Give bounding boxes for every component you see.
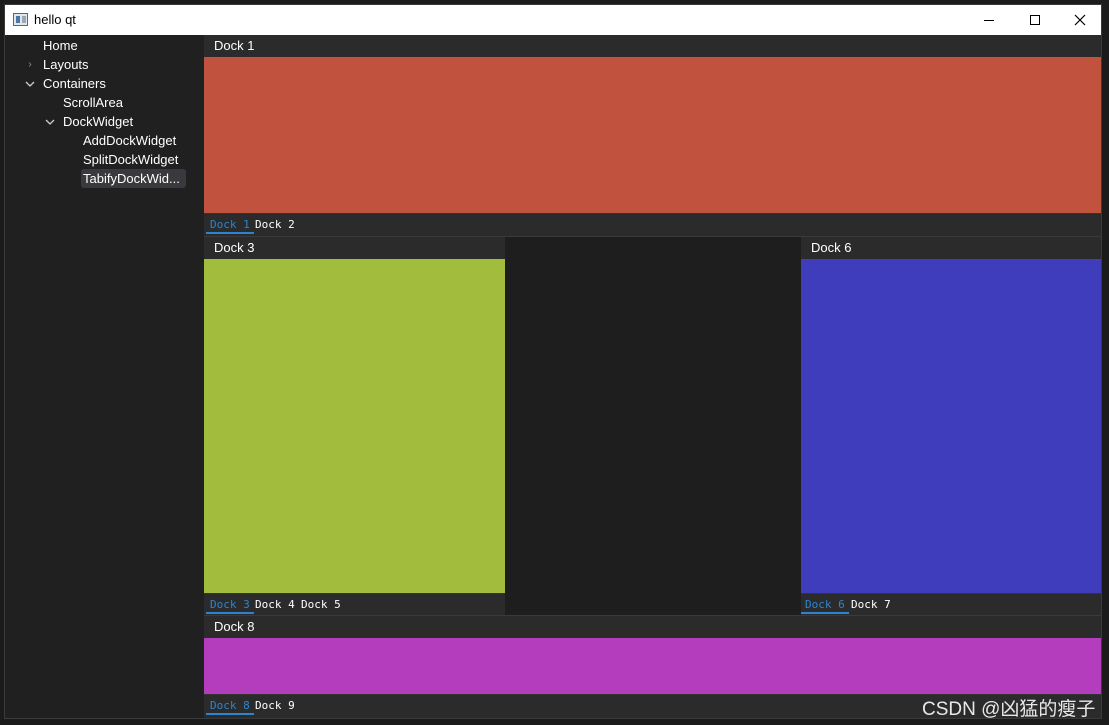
dock-content-panel xyxy=(204,259,505,593)
tree-item-layouts[interactable]: Layouts xyxy=(43,55,89,74)
close-button[interactable] xyxy=(1057,5,1101,35)
chevron-down-icon[interactable] xyxy=(45,117,55,127)
dock-tab-bar: Dock 1 Dock 2 xyxy=(204,213,1101,235)
dock-tab[interactable]: Dock 6 xyxy=(801,597,849,614)
tree-item-tabifydockwidget[interactable]: TabifyDockWid... xyxy=(81,169,186,188)
maximize-icon xyxy=(1030,15,1040,25)
dock-widget-top: Dock 1 Dock 1 Dock 2 xyxy=(204,35,1101,236)
tree-item-label: Layouts xyxy=(43,57,89,72)
dock-content-panel xyxy=(204,57,1101,213)
title-bar[interactable]: hello qt xyxy=(5,5,1101,35)
dock-tab[interactable]: Dock 5 xyxy=(297,597,345,614)
tree-item-label: AddDockWidget xyxy=(83,133,177,148)
dock-tab[interactable]: Dock 2 xyxy=(251,217,299,234)
dock-tab[interactable]: Dock 7 xyxy=(847,597,895,614)
dock-tab-bar: Dock 3 Dock 4 Dock 5 xyxy=(204,593,505,615)
dock-tab[interactable]: Dock 9 xyxy=(251,698,299,715)
dock-tab[interactable]: Dock 8 xyxy=(206,698,254,715)
dock-widget-right: Dock 6 Dock 6 Dock 7 xyxy=(801,237,1101,615)
tree-item-home[interactable]: Home xyxy=(43,36,78,55)
dock-content-panel xyxy=(204,638,1101,694)
watermark-text: CSDN @凶猛的瘦子 xyxy=(922,699,1096,720)
tree-item-splitdockwidget[interactable]: SplitDockWidget xyxy=(83,150,178,169)
window-title: hello qt xyxy=(34,12,76,27)
dock-tab[interactable]: Dock 3 xyxy=(206,597,254,614)
dock-title-bar[interactable]: Dock 8 xyxy=(204,616,1101,638)
tree-item-label: ScrollArea xyxy=(63,95,123,110)
chevron-down-icon[interactable] xyxy=(25,79,35,89)
dock-content-panel xyxy=(801,259,1101,593)
close-icon xyxy=(1074,14,1086,26)
tree-item-label: TabifyDockWid... xyxy=(83,171,180,186)
dock-title-bar[interactable]: Dock 3 xyxy=(204,237,505,259)
dock-area: Dock 1 Dock 1 Dock 2 Dock 3 Dock 3 Dock … xyxy=(204,35,1101,718)
dock-tab[interactable]: Dock 4 xyxy=(251,597,299,614)
app-icon xyxy=(13,13,28,26)
tree-item-label: Containers xyxy=(43,76,106,91)
tree-item-dockwidget[interactable]: DockWidget xyxy=(63,112,133,131)
app-window: hello qt Home › Layouts Containers Scrol… xyxy=(4,4,1102,719)
tree-item-label: Home xyxy=(43,38,78,53)
chevron-right-icon[interactable]: › xyxy=(25,60,35,70)
minimize-icon xyxy=(984,19,994,21)
navigation-tree: Home › Layouts Containers ScrollArea Doc… xyxy=(5,35,204,718)
tree-item-adddockwidget[interactable]: AddDockWidget xyxy=(83,131,176,150)
minimize-button[interactable] xyxy=(966,5,1012,35)
tree-item-label: DockWidget xyxy=(63,114,134,129)
dock-widget-left: Dock 3 Dock 3 Dock 4 Dock 5 xyxy=(204,237,505,615)
tree-item-scrollarea[interactable]: ScrollArea xyxy=(63,93,123,112)
tree-item-containers[interactable]: Containers xyxy=(43,74,106,93)
dock-tab-bar: Dock 6 Dock 7 xyxy=(801,593,1101,615)
dock-title-bar[interactable]: Dock 6 xyxy=(801,237,1101,259)
tree-item-label: SplitDockWidget xyxy=(83,152,179,167)
dock-tab[interactable]: Dock 1 xyxy=(206,217,254,234)
dock-title-bar[interactable]: Dock 1 xyxy=(204,35,1101,57)
maximize-button[interactable] xyxy=(1012,5,1058,35)
